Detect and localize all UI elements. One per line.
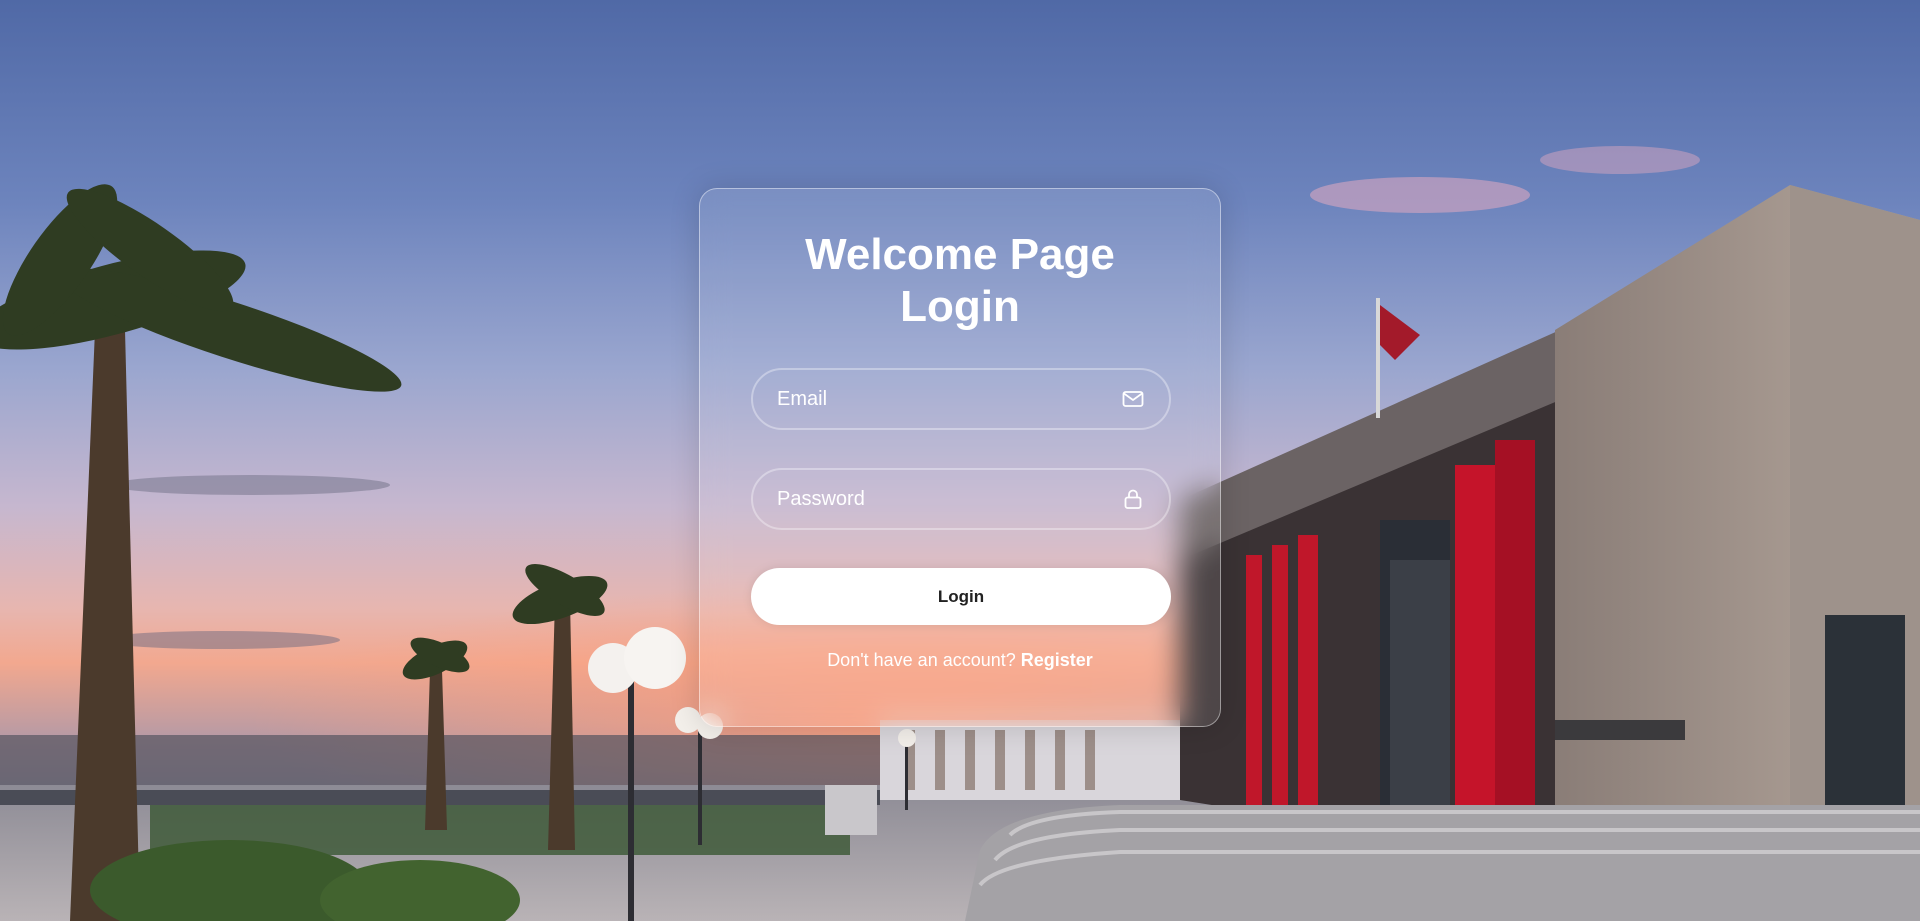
background-photo: Welcome Page Login Login Don't have an a… bbox=[0, 0, 1920, 921]
email-field-container bbox=[751, 368, 1171, 430]
email-input[interactable] bbox=[753, 370, 1169, 428]
page-title: Welcome Page Login bbox=[700, 229, 1220, 333]
register-prompt-line: Don't have an account? Register bbox=[700, 650, 1220, 671]
register-link[interactable]: Register bbox=[1021, 650, 1093, 670]
title-line-2: Login bbox=[900, 282, 1020, 331]
lock-icon bbox=[1124, 489, 1142, 509]
password-input[interactable] bbox=[753, 470, 1169, 528]
register-prompt-text: Don't have an account? bbox=[827, 650, 1016, 670]
login-button[interactable]: Login bbox=[751, 568, 1171, 625]
title-line-1: Welcome Page bbox=[805, 230, 1115, 279]
login-card: Welcome Page Login Login Don't have an a… bbox=[699, 188, 1221, 727]
envelope-icon bbox=[1122, 391, 1144, 407]
password-field-container bbox=[751, 468, 1171, 530]
